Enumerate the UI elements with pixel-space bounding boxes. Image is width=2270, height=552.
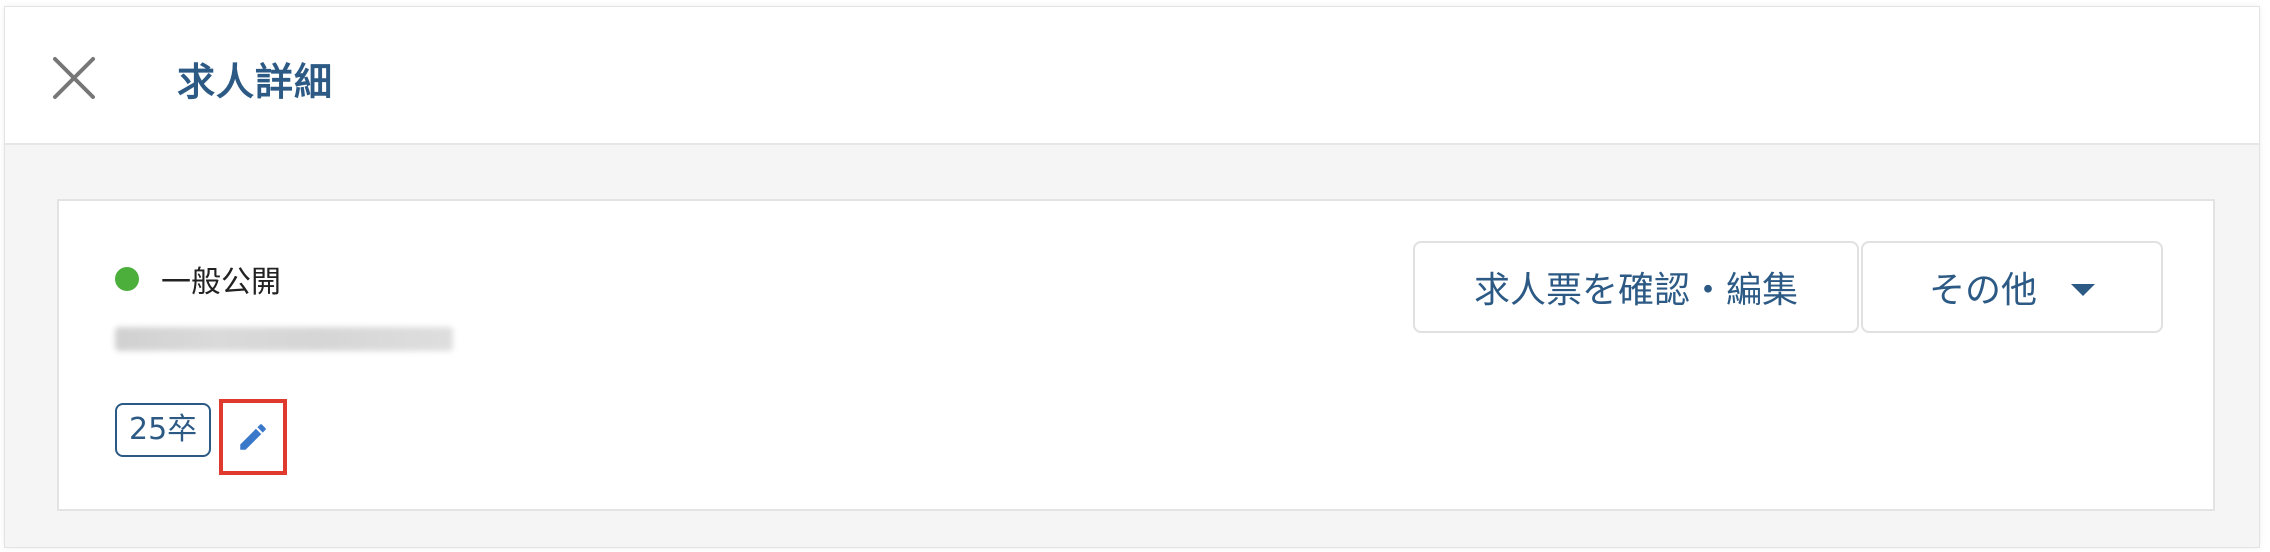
- blurred-text: [115, 327, 453, 351]
- edit-tag-button[interactable]: [219, 399, 287, 475]
- pencil-icon: [240, 424, 266, 450]
- other-menu-button[interactable]: その他: [1861, 241, 2163, 333]
- confirm-edit-label: 求人票を確認・編集: [1473, 270, 1798, 311]
- panel-header: 求人詳細: [5, 7, 2259, 145]
- other-label: その他: [1928, 270, 2037, 311]
- job-detail-panel: 求人詳細 一般公開 25卒 求人票を確認・編集 その他: [4, 6, 2260, 548]
- confirm-edit-job-button[interactable]: 求人票を確認・編集: [1413, 241, 1859, 333]
- page-title: 求人詳細: [177, 60, 334, 104]
- status-label: 一般公開: [161, 265, 281, 300]
- close-icon: [53, 57, 95, 99]
- chevron-down-icon: [2071, 284, 2095, 296]
- graduation-year-tag: 25卒: [115, 403, 212, 457]
- job-card: 一般公開 25卒 求人票を確認・編集 その他: [57, 199, 2215, 511]
- status-dot-icon: [115, 267, 139, 291]
- close-button[interactable]: [51, 55, 97, 101]
- publish-status: 一般公開: [115, 261, 281, 300]
